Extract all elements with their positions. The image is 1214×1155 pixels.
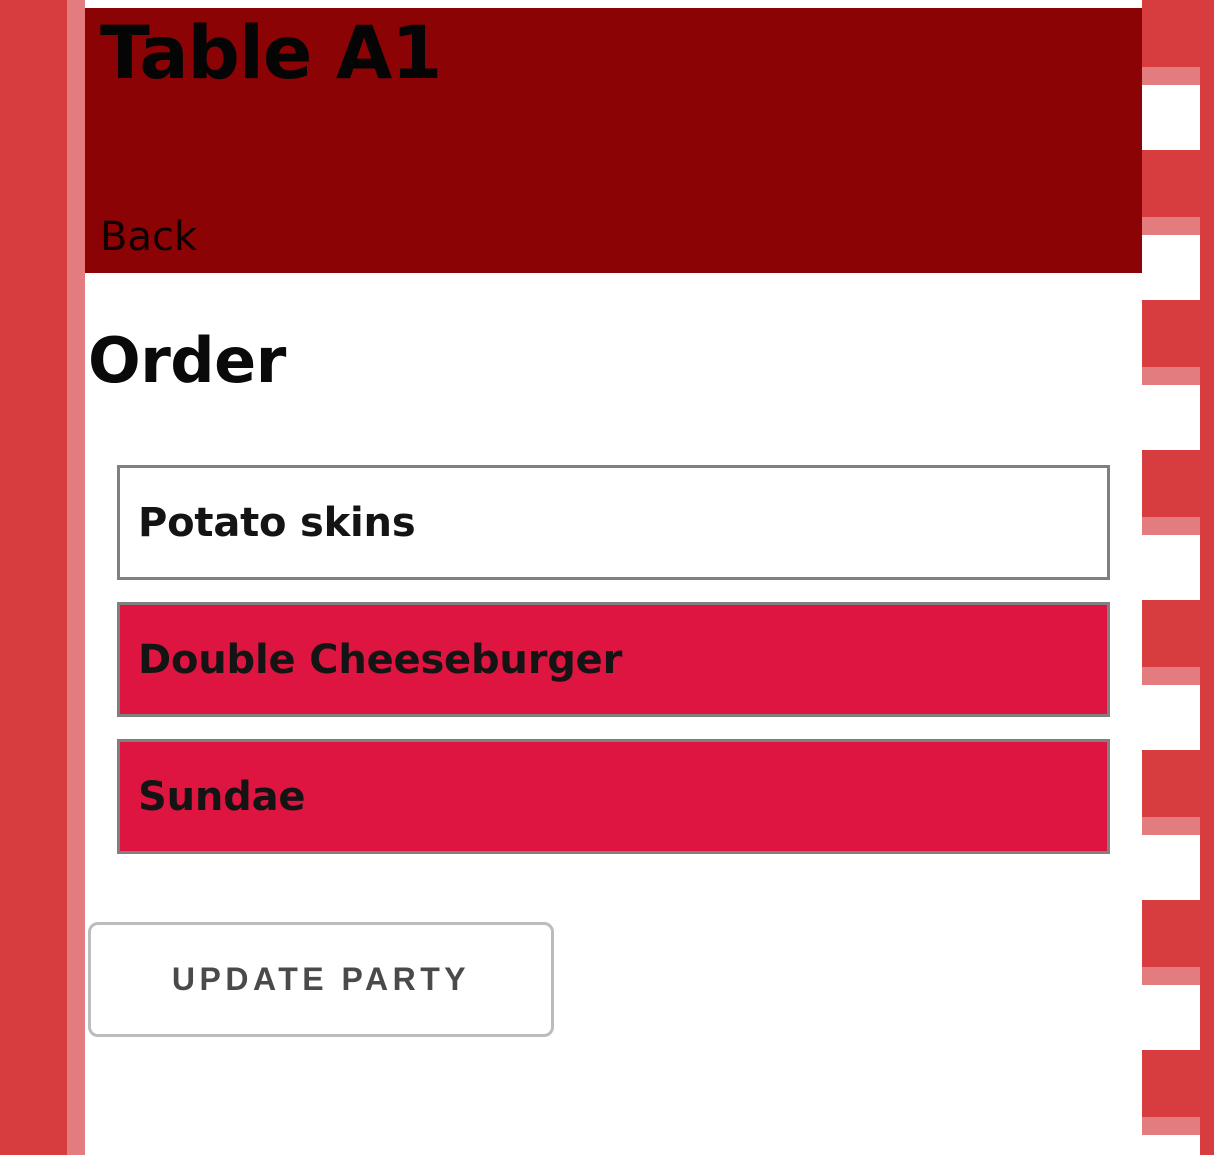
order-item[interactable]: Sundae — [117, 739, 1110, 854]
main-content: Order Potato skins Double Cheeseburger S… — [85, 273, 1142, 854]
page-title: Table A1 — [100, 11, 442, 96]
order-item[interactable]: Double Cheeseburger — [117, 602, 1110, 717]
app-right-gutter — [1142, 273, 1214, 1155]
order-list: Potato skins Double Cheeseburger Sundae — [85, 465, 1142, 854]
update-party-button[interactable]: UPDATE PARTY — [88, 922, 554, 1037]
order-item[interactable]: Potato skins — [117, 465, 1110, 580]
order-section-heading: Order — [88, 324, 286, 397]
back-link[interactable]: Back — [100, 217, 197, 257]
app-header: Table A1 Back — [85, 8, 1142, 273]
